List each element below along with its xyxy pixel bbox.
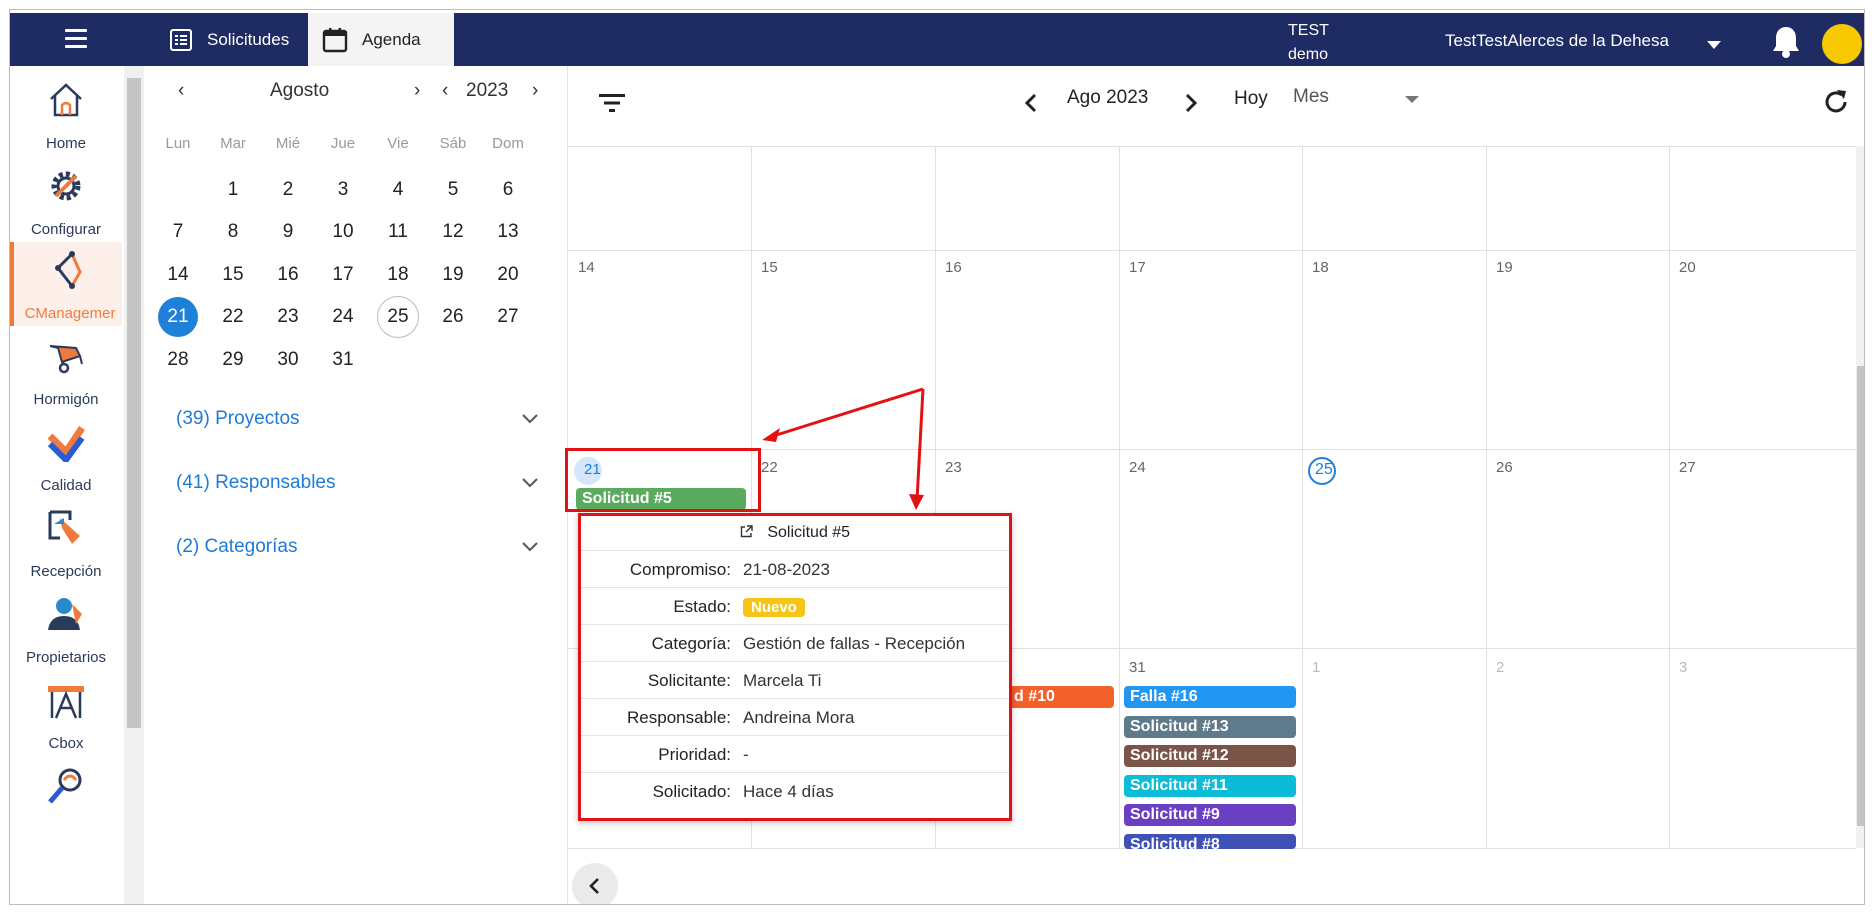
calendar-day-number[interactable]: 21 <box>584 461 601 478</box>
popup-row-solicitante: Solicitante: Marcela Ti <box>581 661 1009 699</box>
collapse-panel-button[interactable] <box>572 863 618 904</box>
event-popup: Solicitud #5 Compromiso: 21-08-2023 Esta… <box>578 513 1012 821</box>
popup-row-prioridad: Prioridad: - <box>581 735 1009 773</box>
status-badge: Nuevo <box>743 598 805 617</box>
popup-row-solicitado: Solicitado: Hace 4 días <box>581 772 1009 810</box>
popup-row-estado: Estado: Nuevo <box>581 587 1009 625</box>
popup-row-responsable: Responsable: Andreina Mora <box>581 698 1009 736</box>
popup-row-categoria: Categoría: Gestión de fallas - Recepción <box>581 624 1009 662</box>
chevron-left-icon <box>589 878 599 894</box>
app-frame: Solicitudes Agenda TEST demo TestTestAle… <box>9 9 1865 905</box>
popup-row-compromiso: Compromiso: 21-08-2023 <box>581 550 1009 588</box>
popup-title: Solicitud #5 <box>581 516 1009 550</box>
external-link-icon[interactable] <box>740 525 753 538</box>
